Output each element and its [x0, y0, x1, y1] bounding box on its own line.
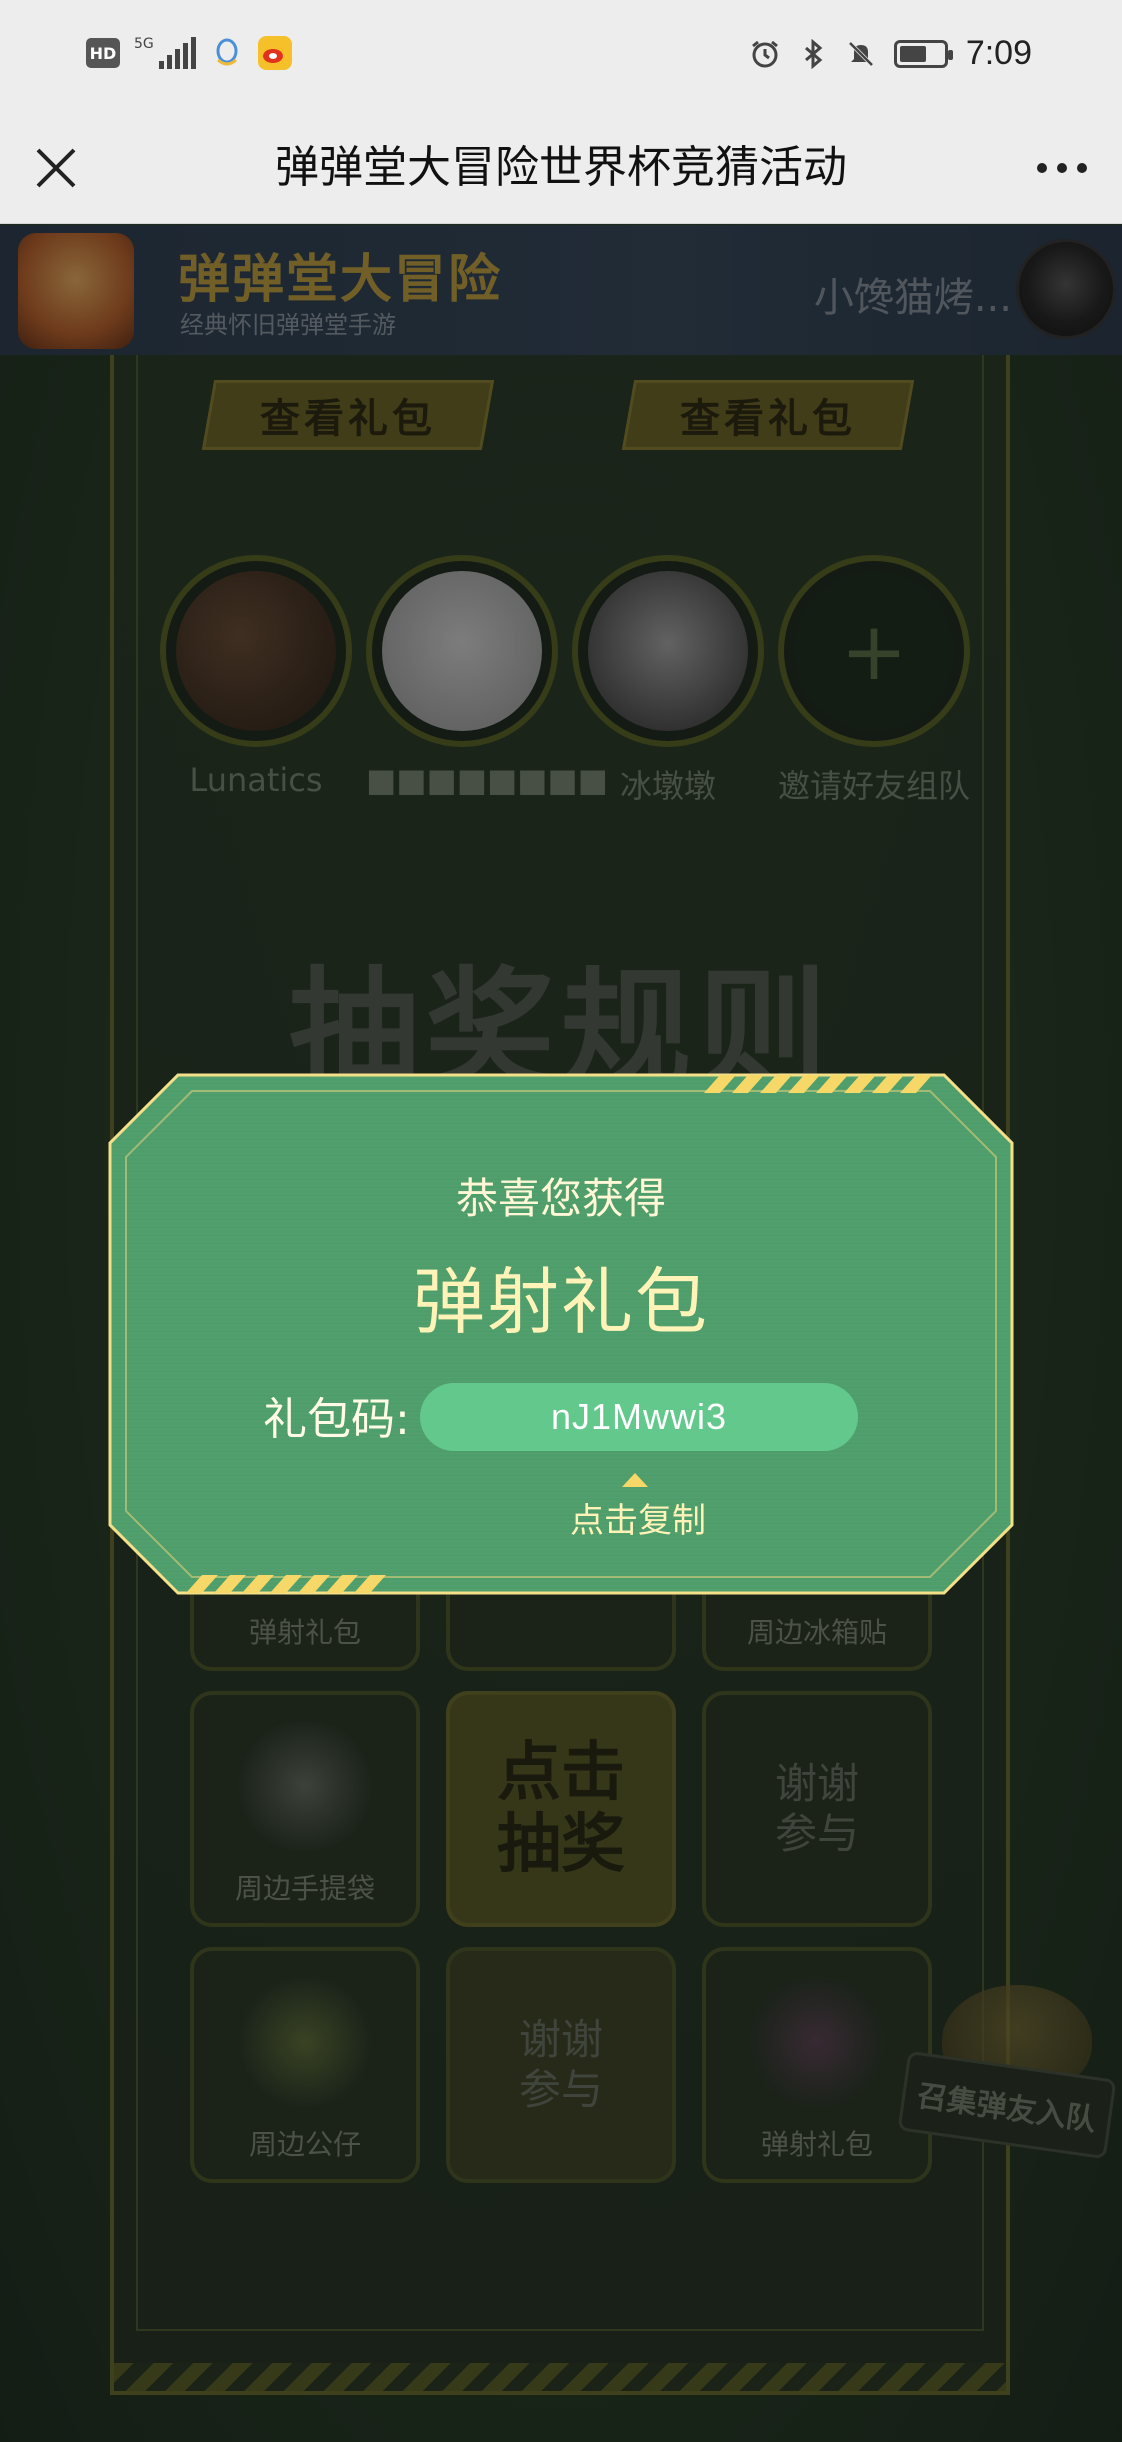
close-icon[interactable] [28, 140, 84, 196]
status-left: HD 5G [86, 36, 292, 70]
qq-icon [216, 38, 238, 66]
weibo-icon [257, 36, 292, 70]
battery-icon [893, 39, 953, 68]
network-type: 5G [134, 36, 154, 52]
clock: 7:09 [965, 34, 1032, 72]
mute-icon [848, 41, 874, 66]
modal-title: 恭喜您获得 [455, 1174, 666, 1223]
arrow-up-icon [622, 1473, 648, 1487]
title-bar: 弹弹堂大冒险世界杯竞猜活动 [0, 112, 1122, 224]
gift-code-field[interactable]: nJ1Mwwi3 [420, 1383, 858, 1451]
alarm-icon [751, 40, 778, 67]
status-bar: HD 5G 7:09 [0, 0, 1122, 112]
prize-name: 弹射礼包 [412, 1260, 709, 1344]
hd-icon: HD [86, 38, 120, 68]
bluetooth-icon [804, 38, 823, 69]
prize-modal: 恭喜您获得 弹射礼包 礼包码: nJ1Mwwi3 点击复制 [108, 1073, 1014, 1595]
copy-button[interactable]: 点击复制 [528, 1493, 748, 1542]
signal-icon: 5G [134, 37, 196, 69]
more-icon[interactable] [1030, 140, 1094, 196]
page-title: 弹弹堂大冒险世界杯竞猜活动 [275, 142, 847, 193]
status-right: 7:09 [750, 34, 1032, 73]
code-label: 礼包码: [263, 1394, 410, 1445]
